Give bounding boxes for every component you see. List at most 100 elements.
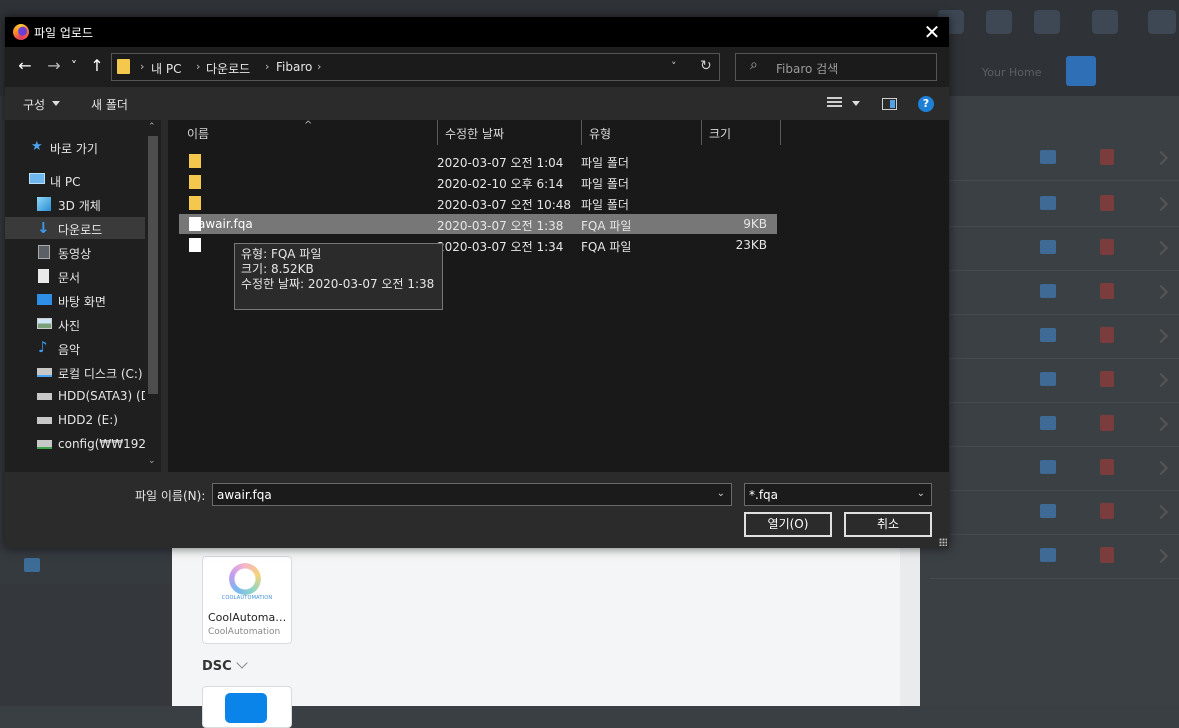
sidebar-item-label: 다운로드 (58, 223, 103, 237)
document-icon (38, 269, 49, 283)
file-row[interactable]: 2020-03-07 오전 10:48 파일 폴더 (179, 193, 777, 213)
sidebar-item-videos[interactable]: 동영상 (5, 241, 145, 263)
organize-button[interactable]: 구성 (23, 96, 45, 113)
file-info-tooltip: 유형: FQA 파일 크기: 8.52KB 수정한 날짜: 2020-03-07… (234, 243, 443, 310)
sidebar-item-downloads[interactable]: ↓ 다운로드 (5, 217, 145, 239)
file-type: 파일 폴더 (581, 177, 629, 191)
sidebar-item-hdd2-e[interactable]: HDD2 (E:) (5, 409, 145, 431)
file-modified: 2020-03-07 오전 1:38 (437, 219, 564, 233)
sidebar-item-pictures[interactable]: 사진 (5, 313, 145, 335)
breadcrumb-downloads[interactable]: 다운로드 (206, 60, 250, 77)
filename-value: awair.fqa (217, 488, 272, 502)
navigation-pane: ★ 바로 가기 내 PC 3D 개체 ↓ 다운로드 동영상 문서 바탕 화면 사… (5, 120, 161, 472)
video-icon (38, 245, 50, 259)
sidebar-item-desktop[interactable]: 바탕 화면 (5, 289, 145, 311)
scroll-down-icon[interactable]: ⌄ (148, 456, 156, 466)
sidebar-item-label: config(₩₩192.1 (58, 437, 158, 451)
breadcrumb-separator: › (196, 60, 201, 73)
recent-locations-button[interactable]: ˅ (67, 55, 81, 77)
file-icon (189, 238, 201, 252)
plugin-card-dsc (202, 686, 292, 728)
column-header-label: 수정한 날짜 (445, 127, 505, 141)
dialog-footer: 파일 이름(N): awair.fqa ⌄ *.fqa ⌄ 열기(O) 취소 (5, 472, 949, 548)
tooltip-type: 유형: FQA 파일 (241, 247, 322, 261)
breadcrumb-fibaro[interactable]: Fibaro (276, 60, 312, 74)
file-row[interactable]: 2020-03-07 오전 1:04 파일 폴더 (179, 151, 777, 171)
help-icon[interactable]: ? (918, 96, 934, 112)
background-device-row (930, 446, 1179, 491)
sidebar-item-quick-access[interactable]: ★ 바로 가기 (5, 136, 145, 158)
background-device-row (930, 182, 1179, 227)
breadcrumb-separator: › (265, 60, 270, 73)
drive-icon (37, 368, 52, 377)
file-modified: 2020-03-07 오전 1:04 (437, 156, 564, 170)
plugin-card-title: CoolAutomat... (208, 611, 288, 624)
address-dropdown-button[interactable]: ˅ (671, 60, 677, 73)
music-icon: ♪ (38, 338, 48, 356)
sidebar-item-label: 음악 (58, 343, 81, 357)
dialog-title: 파일 업로드 (34, 26, 94, 40)
breadcrumb-my-pc[interactable]: 내 PC (151, 60, 181, 77)
background-device-row (930, 270, 1179, 315)
navigation-pane-scrollbar[interactable]: ⌃ ⌄ (145, 120, 161, 472)
background-device-row (930, 314, 1179, 359)
column-header-modified[interactable]: 수정한 날짜 (437, 120, 581, 145)
file-type: FQA 파일 (581, 240, 632, 254)
scroll-up-icon[interactable]: ⌃ (148, 122, 156, 132)
new-folder-button[interactable]: 새 폴더 (91, 96, 128, 113)
column-header-type[interactable]: 유형 (581, 120, 701, 145)
file-row[interactable]: 2020-02-10 오후 6:14 파일 폴더 (179, 172, 777, 192)
address-bar[interactable]: › 내 PC › 다운로드 › Fibaro › ˅ ↻ (111, 53, 720, 81)
cancel-button[interactable]: 취소 (844, 512, 932, 537)
forward-button[interactable]: → (43, 55, 65, 77)
column-header-label: 크기 (709, 127, 732, 141)
chevron-down-icon[interactable] (852, 101, 860, 106)
column-header-label: 유형 (589, 127, 612, 141)
back-button[interactable]: ← (14, 55, 36, 77)
preview-pane-icon[interactable] (882, 98, 897, 110)
column-divider[interactable] (780, 120, 781, 145)
plugin-card-coolautomation: COOLAUTOMATION CoolAutomat... CoolAutoma… (202, 556, 292, 644)
sidebar-item-local-disk-c[interactable]: 로컬 디스크 (C:) (5, 361, 145, 383)
sidebar-item-documents[interactable]: 문서 (5, 265, 145, 287)
file-size: 23KB (735, 238, 767, 252)
filename-input[interactable]: awair.fqa ⌄ (212, 483, 732, 506)
open-button[interactable]: 열기(O) (744, 512, 832, 537)
dialog-titlebar: 파일 업로드 ✕ (5, 17, 949, 47)
file-row-selected[interactable]: awair.fqa 2020-03-07 오전 1:38 FQA 파일 9KB (179, 214, 777, 234)
refresh-button[interactable]: ↻ (700, 58, 712, 74)
column-header-size[interactable]: 크기 (701, 120, 780, 145)
sidebar-item-label: 바탕 화면 (58, 295, 106, 309)
sidebar-item-hdd-d[interactable]: HDD(SATA3) (D (5, 385, 150, 407)
background-faint-text: Your Home (982, 66, 1042, 79)
coolautomation-logo-text: COOLAUTOMATION (221, 595, 273, 601)
column-header-name[interactable]: 이름 (179, 120, 437, 145)
sidebar-item-network-config[interactable]: config(₩₩192.1 (5, 433, 158, 455)
drive-icon (37, 417, 52, 424)
sidebar-item-music[interactable]: ♪ 음악 (5, 337, 145, 359)
sidebar-item-label: 바로 가기 (50, 142, 98, 156)
chevron-down-icon[interactable]: ⌄ (717, 488, 725, 499)
close-button[interactable]: ✕ (917, 19, 947, 45)
filetype-value: *.fqa (749, 488, 779, 502)
drive-icon (37, 393, 52, 400)
background-blue-button (1066, 56, 1096, 86)
breadcrumb-separator: › (140, 60, 145, 73)
file-modified: 2020-02-10 오후 6:14 (437, 177, 564, 191)
background-header-button (1092, 10, 1118, 34)
sidebar-item-my-pc[interactable]: 내 PC (5, 169, 145, 191)
command-bar: 구성 새 폴더 ? (5, 87, 949, 120)
view-options-icon[interactable] (827, 97, 842, 109)
sidebar-item-3d-objects[interactable]: 3D 개체 (5, 193, 145, 215)
up-button[interactable]: ↑ (86, 55, 108, 77)
search-box[interactable]: ⌕ Fibaro 검색 (735, 53, 937, 81)
sidebar-item-label: HDD2 (E:) (58, 413, 118, 427)
folder-icon (189, 175, 201, 189)
background-device-row (930, 490, 1179, 535)
background-header-button (986, 10, 1012, 34)
sidebar-item-label: 문서 (58, 271, 81, 285)
chevron-down-icon[interactable]: ⌄ (917, 488, 925, 499)
scrollbar-thumb[interactable] (148, 136, 158, 394)
resize-grip-icon[interactable] (939, 538, 947, 546)
filetype-select[interactable]: *.fqa ⌄ (744, 483, 932, 506)
